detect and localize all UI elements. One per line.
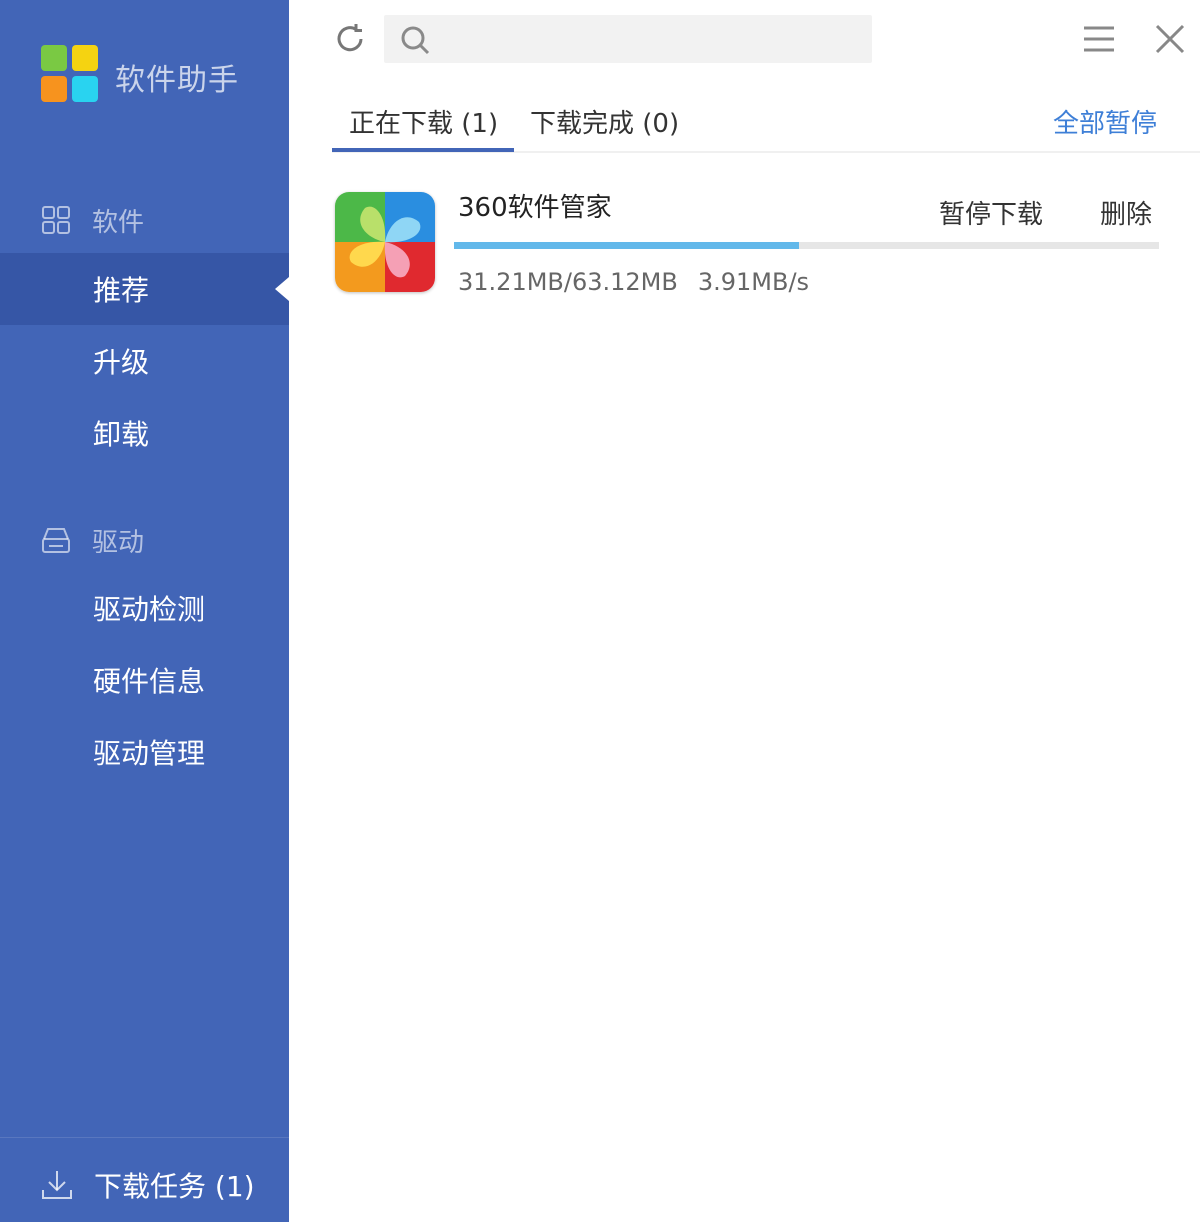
download-tasks-button[interactable]: 下载任务 (1) [40, 1160, 255, 1210]
search-icon [398, 23, 432, 57]
sidebar-item-label: 驱动检测 [93, 593, 206, 626]
sidebar-item-uninstall[interactable]: 卸载 [0, 397, 289, 469]
tab-completed[interactable]: 下载完成 (0) [530, 96, 679, 146]
sidebar-item-label: 驱动管理 [93, 737, 206, 770]
sidebar: 软件助手 软件 推荐 升级 卸载 驱动 驱动检测 硬件信息 驱动管理 下载任务 … [0, 0, 289, 1222]
sidebar-item-driver-detect[interactable]: 驱动检测 [0, 572, 289, 644]
tab-downloading[interactable]: 正在下载 (1) [349, 96, 498, 146]
grid-icon [40, 204, 72, 236]
section-driver-label: 驱动 [92, 527, 145, 558]
pause-download-button[interactable]: 暂停下载 [939, 194, 1043, 231]
pause-all-button[interactable]: 全部暂停 [1053, 96, 1157, 146]
download-progress-fill [454, 242, 800, 249]
hard-drive-icon [40, 524, 72, 556]
menu-icon[interactable] [1082, 22, 1116, 56]
sidebar-item-recommend[interactable]: 推荐 [0, 253, 289, 325]
downloaded-size: 31.21MB/63.12MB [458, 268, 678, 296]
sidebar-item-hardware-info[interactable]: 硬件信息 [0, 644, 289, 716]
download-tasks-label: 下载任务 (1) [94, 1170, 255, 1203]
delete-button[interactable]: 删除 [1100, 194, 1152, 231]
download-item: 360软件管家 暂停下载 删除 31.21MB/63.12MB 3.91MB/s [333, 190, 1159, 300]
app-logo-icon [41, 45, 99, 103]
sidebar-item-driver-manage[interactable]: 驱动管理 [0, 716, 289, 788]
refresh-icon[interactable] [333, 22, 367, 56]
sidebar-item-upgrade[interactable]: 升级 [0, 325, 289, 397]
search-box[interactable] [384, 15, 872, 65]
download-icon [40, 1168, 74, 1202]
section-software: 软件 [40, 200, 144, 240]
search-input[interactable] [442, 15, 866, 65]
app-name: 360软件管家 [458, 193, 612, 223]
download-speed: 3.91MB/s [697, 268, 810, 296]
active-tab-indicator [332, 148, 514, 152]
main-panel: 正在下载 (1) 下载完成 (0) 全部暂停 360软件管家 暂停下载 删除 3… [289, 0, 1200, 1222]
section-driver: 驱动 [40, 520, 144, 560]
sidebar-item-label: 卸载 [93, 418, 150, 451]
section-software-label: 软件 [92, 207, 145, 238]
app-title: 软件助手 [115, 63, 239, 98]
download-stats: 31.21MB/63.12MB 3.91MB/s [458, 268, 809, 296]
sidebar-divider [0, 1137, 289, 1138]
close-icon[interactable] [1153, 22, 1187, 56]
sidebar-item-label: 硬件信息 [93, 665, 206, 698]
sidebar-item-label: 推荐 [93, 274, 150, 307]
download-progress-bar [454, 242, 1159, 249]
sidebar-item-label: 升级 [93, 346, 150, 379]
app-360-icon [335, 192, 435, 292]
